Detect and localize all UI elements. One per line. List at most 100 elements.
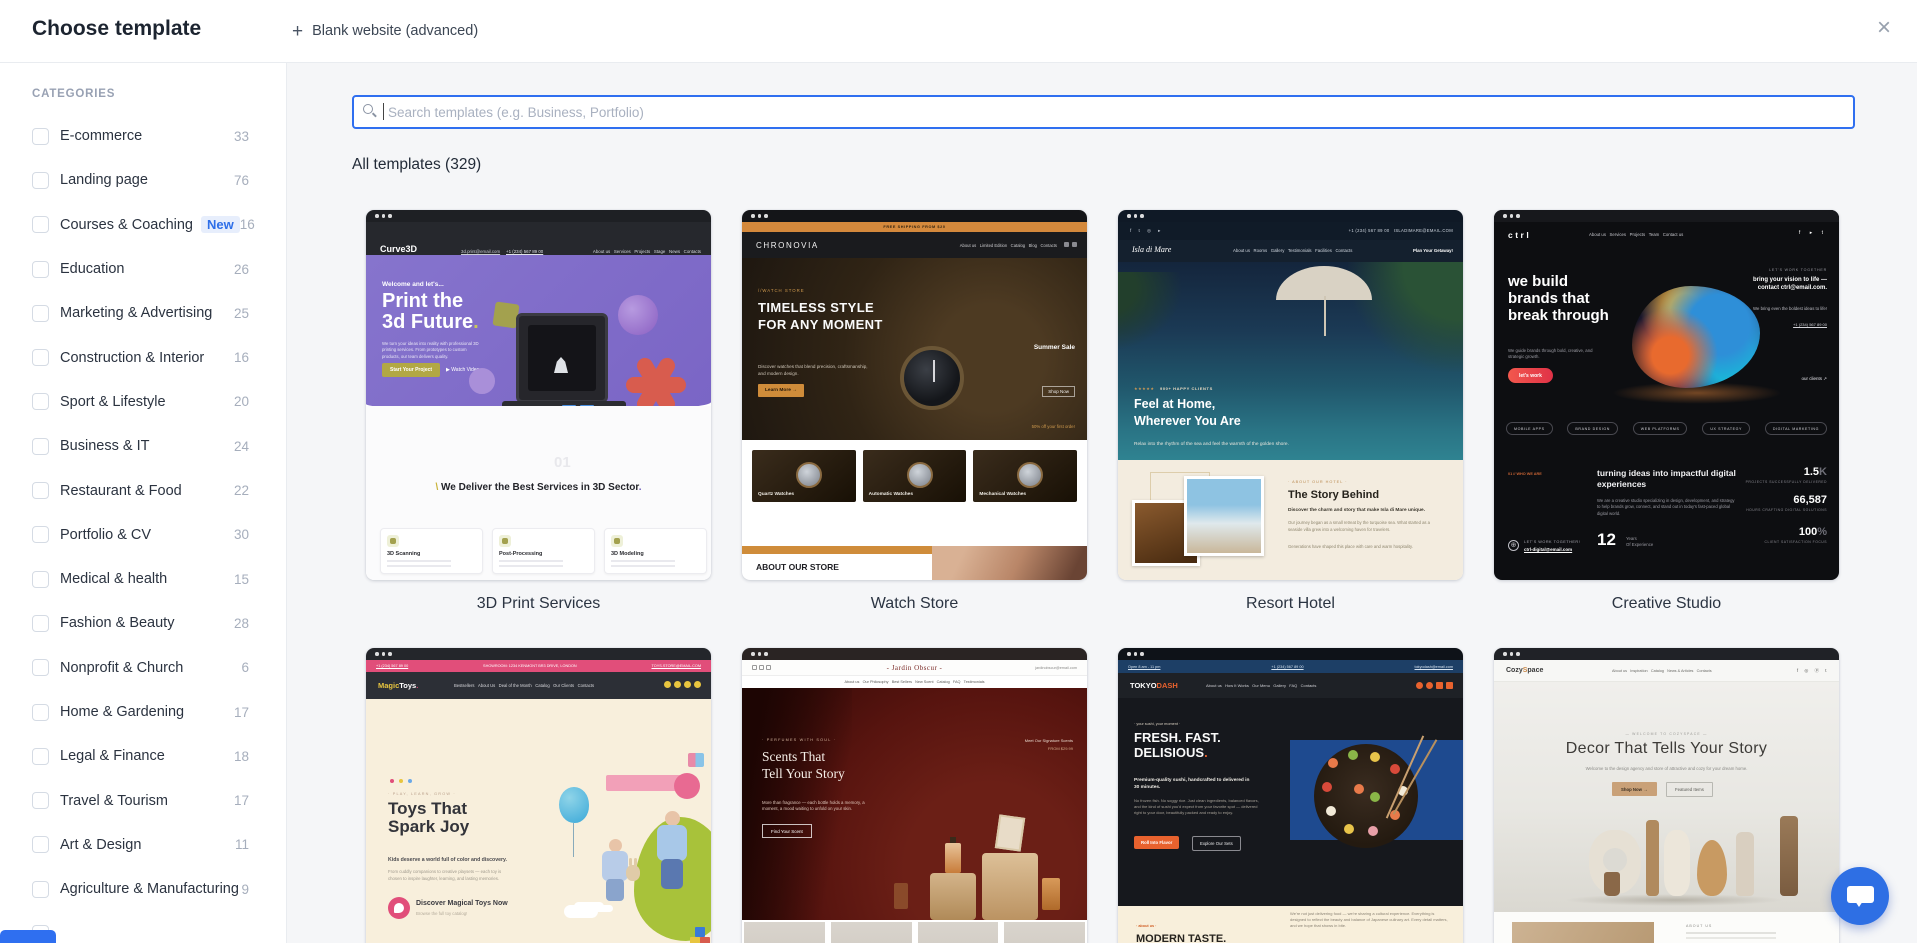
checkbox[interactable] [32,128,49,145]
ceramic-vase [1604,872,1620,896]
browser-chrome [742,648,1087,660]
checkbox[interactable] [32,659,49,676]
template-cell: +1 (234) 567 89 00SHOWROOM: 1234 KENMONT… [366,648,711,943]
choose-template-dialog: Choose template + Blank website (advance… [0,0,1917,943]
watch-icon [796,462,822,488]
checkbox[interactable] [32,836,49,853]
checkbox[interactable] [32,393,49,410]
sidebar-item-courses-coaching[interactable]: Courses & CoachingNew16 [32,203,286,247]
plus-icon: + [292,22,303,41]
checkbox[interactable] [32,261,49,278]
checkbox[interactable] [32,305,49,322]
checkbox[interactable] [32,792,49,809]
template-card-cozyspace[interactable]: CozySpace About us Inspiration Catalog N… [1494,648,1839,943]
child-photo [657,825,687,861]
sidebar-item-education[interactable]: Education26 [32,247,286,291]
feature-card: 3D Modeling [604,528,707,574]
search-input[interactable] [352,95,1855,129]
checkbox[interactable] [32,172,49,189]
sidebar-item-medical-health[interactable]: Medical & health15 [32,557,286,601]
watch-illustration [900,346,964,410]
template-cell: f t ◎ ▸ +1 (234) 567 89 00 ISLADIMARE@EM… [1118,210,1463,616]
checkbox[interactable] [32,438,49,455]
sidebar-item-sport-lifestyle[interactable]: Sport & Lifestyle20 [32,380,286,424]
thumb-navbar: Curve3D 3d.print@email.com +1 (234) 567 … [366,222,711,255]
checkbox[interactable] [32,216,49,233]
text-caret [383,103,384,120]
social-icons: f ▸ t [1799,230,1827,236]
gift-box [688,753,704,767]
thumb-cta: Start Your Project [382,363,440,377]
globe-icon: ⊕ [1508,540,1519,551]
checkbox[interactable] [32,526,49,543]
blank-website-button[interactable]: + Blank website (advanced) [292,16,478,46]
ceramic-vase [1646,820,1659,896]
template-cell: CozySpace About us Inspiration Catalog N… [1494,648,1839,943]
sidebar-item-legal-finance[interactable]: Legal & Finance18 [32,734,286,778]
sidebar-item-travel-tourism[interactable]: Travel & Tourism17 [32,778,286,822]
wood-log [1780,816,1798,896]
sidebar-item-landing-page[interactable]: Landing page76 [32,158,286,202]
template-card-tokyodash[interactable]: Open 8 am - 11 pm+1 (234) 567 89 00tokyo… [1118,648,1463,943]
palm-foliage [1118,272,1183,352]
sidebar-item-portfolio-cv[interactable]: Portfolio & CV30 [32,513,286,557]
template-card-3d-print-services[interactable]: Curve3D 3d.print@email.com +1 (234) 567 … [366,210,711,580]
stars: ★★★★★ [1134,386,1154,391]
checkbox[interactable] [32,482,49,499]
bottom-left-blue-element[interactable] [0,930,56,943]
torus-shape [469,368,495,394]
categories-heading: CATEGORIES [32,88,286,108]
toy-icon [388,897,410,919]
sidebar-item-construction-interior[interactable]: Construction & Interior16 [32,335,286,379]
checkbox[interactable] [32,615,49,632]
sidebar-item-agriculture-manufacturing[interactable]: Agriculture & Manufacturing9 [32,867,286,911]
template-card-magictoys[interactable]: +1 (234) 567 89 00SHOWROOM: 1234 KENMONT… [366,648,711,943]
thumb-cta: let's work [1508,368,1553,383]
new-badge: New [201,216,240,233]
sidebar-item-nonprofit-church[interactable]: Nonprofit & Church6 [32,646,286,690]
checkbox[interactable] [32,704,49,721]
categories-sidebar: CATEGORIES E-commerce33 Landing page76 C… [0,63,287,943]
social-icons: f ◎ ⓟ t [1797,668,1829,674]
thumb-navbar: CHRONOVIA About us Limited Edition Catal… [742,232,1087,258]
sidebar-item-restaurant-food[interactable]: Restaurant & Food22 [32,468,286,512]
sidebar-item-fashion-beauty[interactable]: Fashion & Beauty28 [32,601,286,645]
sidebar-item-business-it[interactable]: Business & IT24 [32,424,286,468]
watch-icon [1017,462,1043,488]
template-card-jardin-obscur[interactable]: - Jardin Obscur - jardinobscur@email.com… [742,648,1087,943]
blank-website-label: Blank website (advanced) [312,23,478,39]
close-icon[interactable]: × [1873,12,1895,44]
thumb-hero: — WELCOME TO COZYSPACE — Decor That Tell… [1494,682,1839,912]
checkbox[interactable] [32,349,49,366]
sidebar-item-ecommerce[interactable]: E-commerce33 [32,114,286,158]
sidebar-item-marketing-advertising[interactable]: Marketing & Advertising25 [32,291,286,335]
sidebar-item-partial[interactable] [32,911,286,943]
perfume-bottle [945,843,961,873]
section-title: All templates (329) [352,156,481,174]
browser-chrome [1494,210,1839,222]
template-card-watch-store[interactable]: FREE SHIPPING FROM $20 CHRONOVIA About u… [742,210,1087,580]
template-grid: Curve3D 3d.print@email.com +1 (234) 567 … [366,210,1839,943]
perfume-bottle [1042,878,1060,910]
search-icon [363,104,373,114]
checkbox[interactable] [32,881,49,898]
browser-chrome [1118,648,1463,660]
dialog-header: Choose template + Blank website (advance… [0,0,1917,63]
template-card-resort-hotel[interactable]: f t ◎ ▸ +1 (234) 567 89 00 ISLADIMARE@EM… [1118,210,1463,580]
checkbox[interactable] [32,748,49,765]
chat-launcher-button[interactable] [1831,867,1889,925]
template-cell: FREE SHIPPING FROM $20 CHRONOVIA About u… [742,210,1087,616]
checkbox[interactable] [32,571,49,588]
thumb-cta: Roll Into Flavor [1134,836,1179,849]
page-title: Choose template [32,17,201,41]
sidebar-item-art-design[interactable]: Art & Design11 [32,823,286,867]
thumb-navbar: Isla di Mare About us Rooms Gallery Test… [1118,240,1463,262]
child-photo [602,851,628,881]
sidebar-item-home-gardening[interactable]: Home & Gardening17 [32,690,286,734]
browser-chrome [742,210,1087,222]
about-photo [1512,922,1654,943]
browser-chrome [1494,648,1839,660]
play-icon: ▶ [446,367,450,373]
template-card-creative-studio[interactable]: ctrl About us Services Projects Team Con… [1494,210,1839,580]
product-tile: Mechanical Watches [973,450,1077,502]
